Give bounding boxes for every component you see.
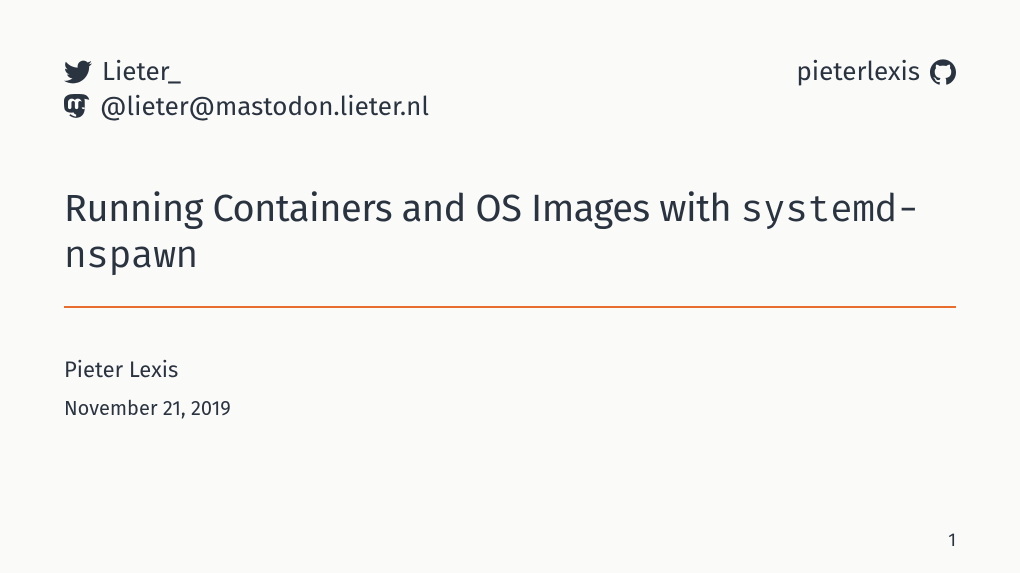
mastodon-handle: @lieter@mastodon.lieter.nl: [100, 91, 429, 122]
github-block: pieterlexis: [796, 56, 956, 87]
page-title: Running Containers and OS Images with sy…: [64, 186, 956, 278]
social-header: Lieter_ pieterlexis: [64, 56, 956, 87]
author-name: Pieter Lexis: [64, 356, 956, 383]
github-icon: [930, 59, 956, 85]
presentation-date: November 21, 2019: [64, 397, 956, 421]
twitter-handle: Lieter_: [102, 56, 181, 87]
mastodon-icon: [64, 94, 90, 120]
twitter-icon: [64, 58, 92, 86]
twitter-block: Lieter_: [64, 56, 181, 87]
github-handle: pieterlexis: [796, 56, 920, 87]
title-prefix: Running Containers and OS Images with: [64, 186, 741, 232]
page-number: 1: [948, 529, 956, 551]
title-rule: [64, 306, 956, 308]
mastodon-block: @lieter@mastodon.lieter.nl: [64, 91, 956, 122]
